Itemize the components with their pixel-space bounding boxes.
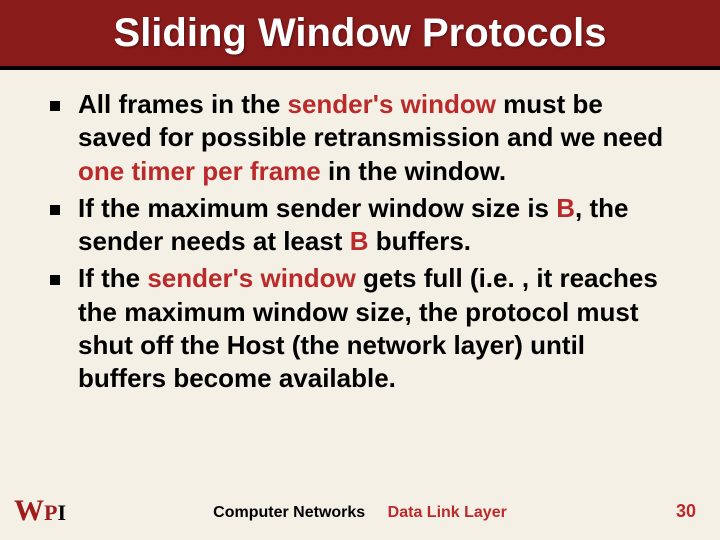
emphasis: one timer per frame bbox=[78, 156, 321, 186]
bullet-text: If the maximum sender window size is bbox=[78, 193, 556, 223]
footer-center: Computer Networks Data Link Layer bbox=[213, 504, 507, 522]
wpi-logo: WPI bbox=[14, 496, 66, 526]
slide-number: 30 bbox=[676, 501, 696, 522]
emphasis: B bbox=[556, 193, 575, 223]
logo-p: P bbox=[44, 500, 57, 525]
bullet-text: in the window. bbox=[321, 156, 506, 186]
logo-text: WPI bbox=[14, 496, 66, 526]
bullet-text: If the bbox=[78, 263, 147, 293]
emphasis: B bbox=[350, 226, 369, 256]
bullet-text: All frames in the bbox=[78, 89, 288, 119]
content-area: All frames in the sender's window must b… bbox=[0, 70, 720, 395]
bullet-item: All frames in the sender's window must b… bbox=[50, 88, 680, 188]
footer: WPI Computer Networks Data Link Layer 30 bbox=[0, 492, 720, 526]
logo-w: W bbox=[14, 494, 44, 527]
bullet-list: All frames in the sender's window must b… bbox=[50, 88, 680, 395]
footer-course: Computer Networks bbox=[213, 504, 365, 521]
title-bar: Sliding Window Protocols bbox=[0, 0, 720, 70]
emphasis: sender's window bbox=[147, 263, 355, 293]
bullet-text: buffers. bbox=[368, 226, 471, 256]
logo-i: I bbox=[57, 500, 66, 525]
emphasis: sender's window bbox=[288, 89, 496, 119]
bullet-item: If the maximum sender window size is B, … bbox=[50, 192, 680, 259]
slide-title: Sliding Window Protocols bbox=[114, 11, 607, 56]
bullet-item: If the sender's window gets full (i.e. ,… bbox=[50, 262, 680, 395]
footer-topic: Data Link Layer bbox=[388, 504, 507, 521]
